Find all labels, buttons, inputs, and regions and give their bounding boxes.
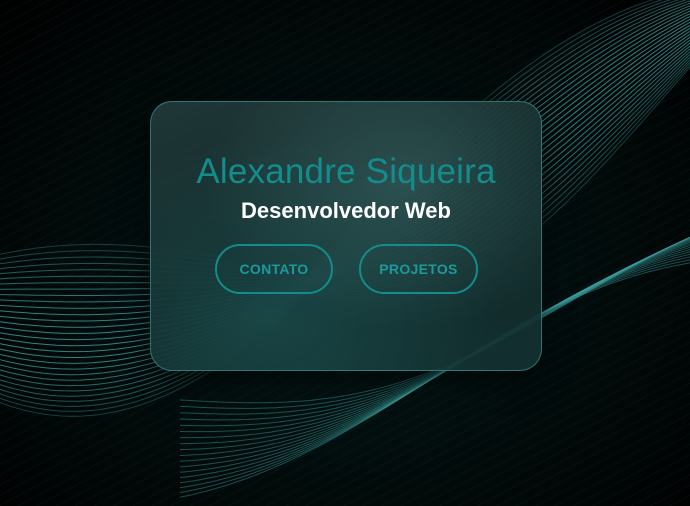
- profile-role: Desenvolvedor Web: [241, 198, 451, 223]
- profile-card: Alexandre Siqueira Desenvolvedor Web CON…: [150, 101, 542, 371]
- hero-background: Alexandre Siqueira Desenvolvedor Web CON…: [0, 0, 690, 506]
- contact-button[interactable]: CONTATO: [215, 244, 333, 294]
- profile-name: Alexandre Siqueira: [196, 152, 496, 191]
- projects-button[interactable]: PROJETOS: [359, 244, 478, 294]
